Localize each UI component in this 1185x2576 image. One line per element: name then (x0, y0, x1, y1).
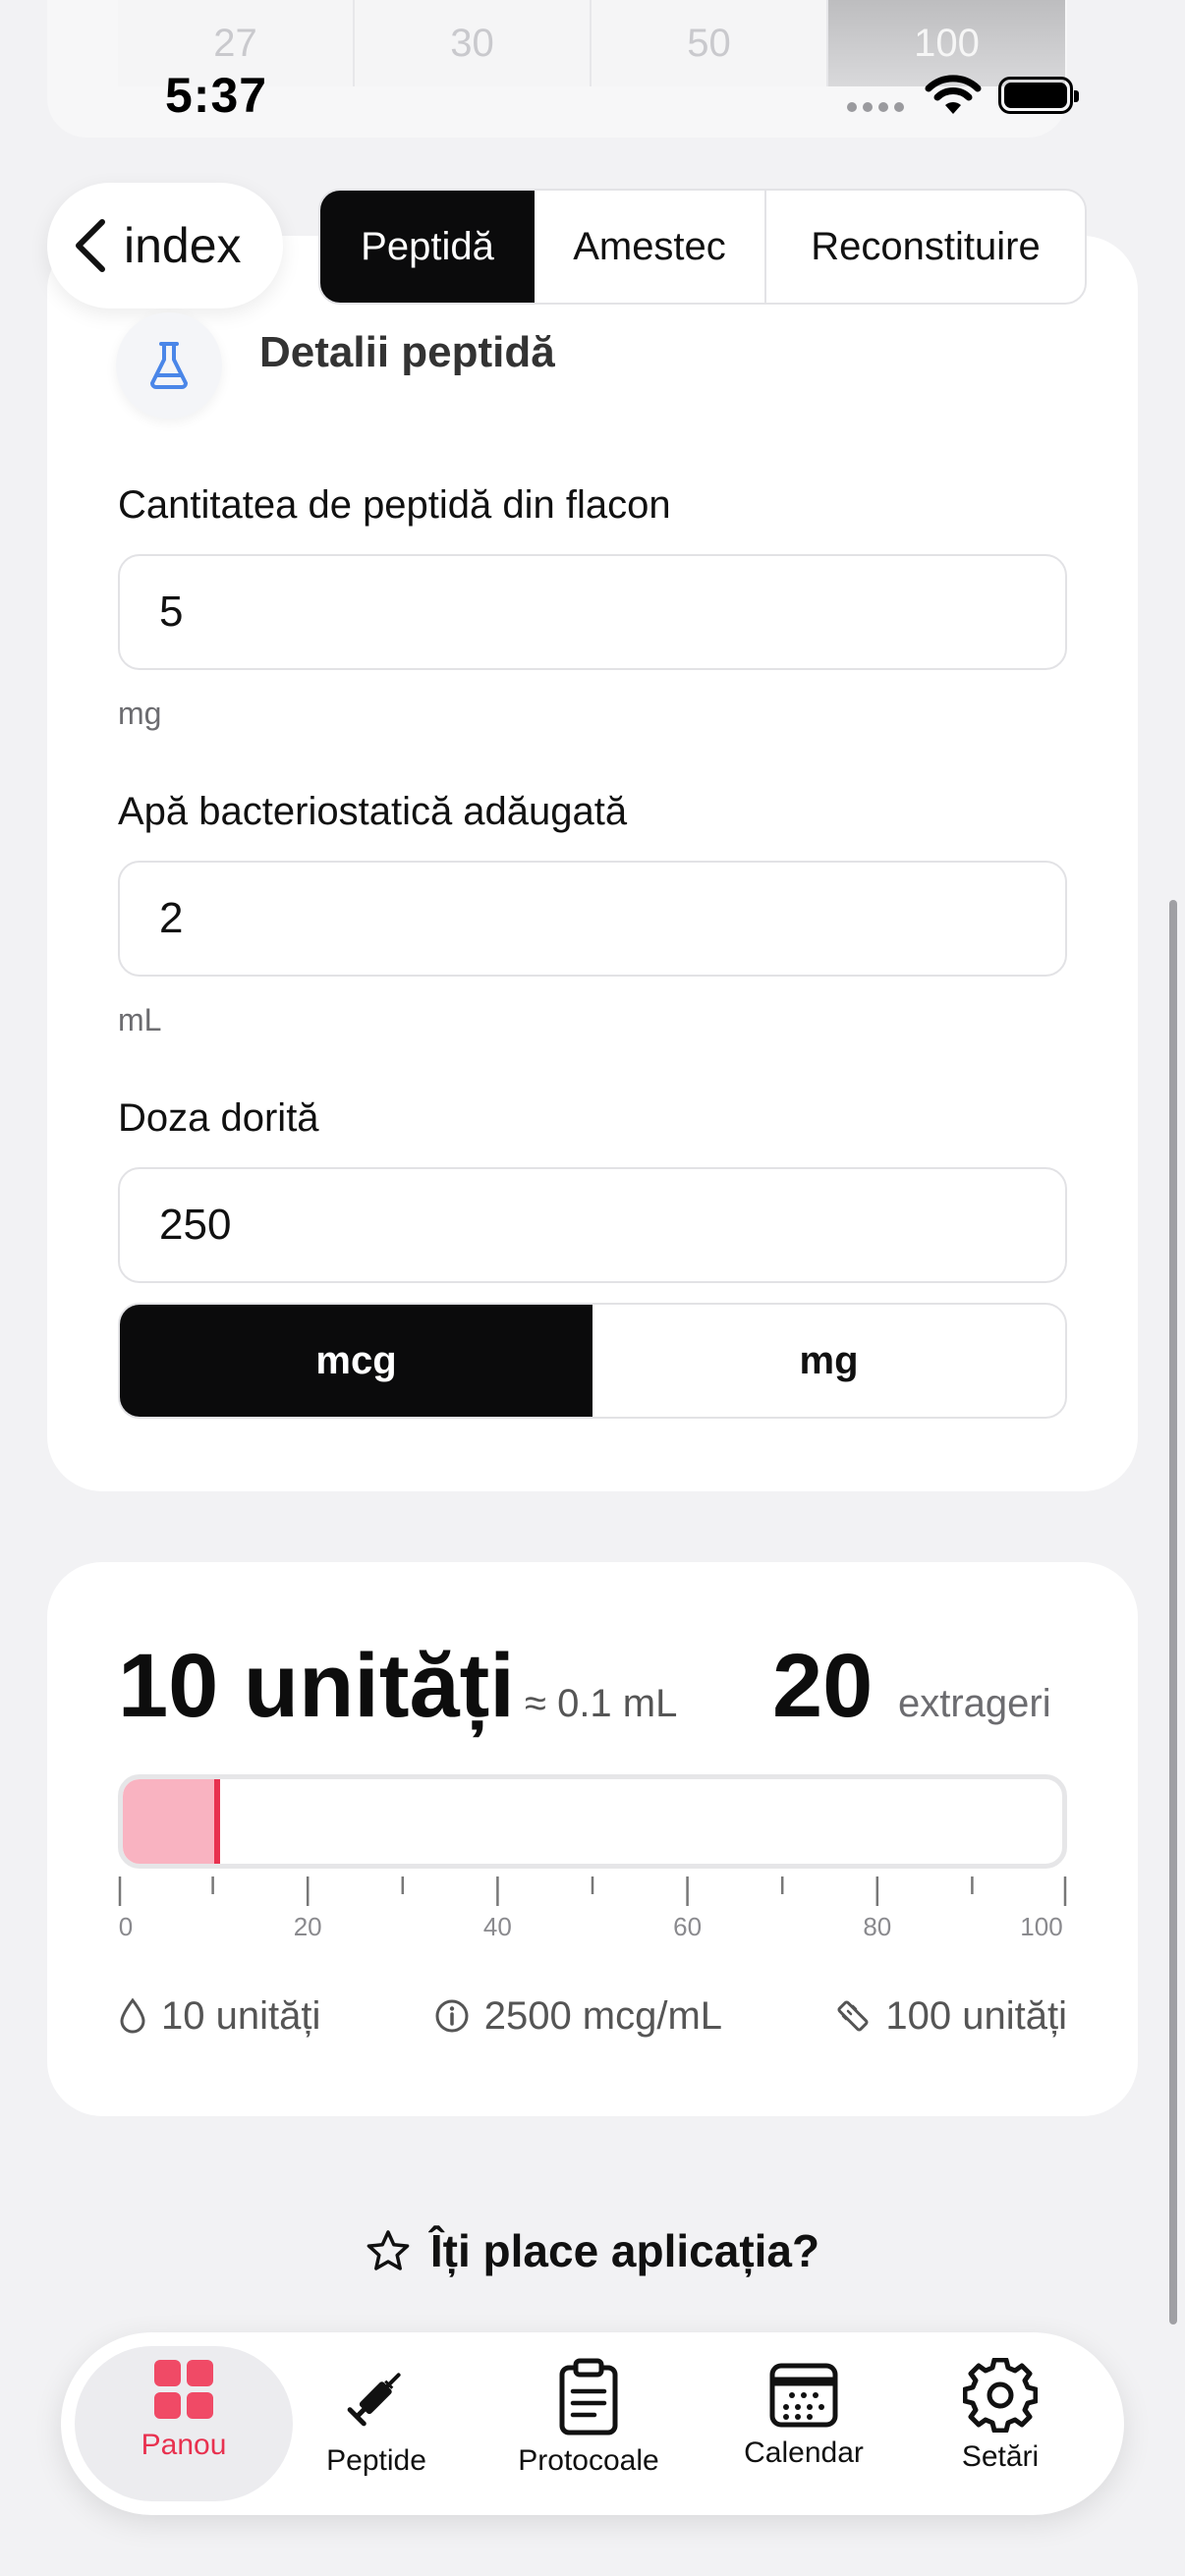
stat-concentration-text: 2500 mcg/mL (483, 1993, 723, 2038)
stat-capacity-text: 100 unități (885, 1993, 1067, 2038)
dashboard-grid-icon (154, 2360, 213, 2419)
syringe-size-100[interactable]: 100 (828, 0, 1065, 86)
cellular-signal-icon (847, 102, 904, 112)
tab-setari[interactable]: Setări (894, 2358, 1106, 2495)
back-button[interactable]: index (47, 183, 283, 308)
calendar-icon (769, 2363, 838, 2428)
bac-water-label: Apă bacteriostatică adăugată (118, 790, 628, 833)
syringe-scale-ticks (118, 1876, 1067, 1906)
scale-label: 60 (673, 1912, 703, 1941)
droplet-icon (120, 1997, 145, 2034)
chevron-left-icon (76, 219, 105, 272)
info-icon (435, 1999, 469, 2033)
result-stats: 10 unități 2500 mcg/mL 100 unități (118, 1987, 1067, 2045)
syringe-fill-marker (213, 1779, 220, 1864)
tab-calendar[interactable]: Calendar (698, 2358, 910, 2495)
flask-icon-badge (116, 312, 222, 419)
syringe-scale-labels: 0 20 40 60 80 100 (118, 1912, 1067, 1947)
dose-unit-mg[interactable]: mg (592, 1305, 1065, 1417)
ruler-icon (837, 2000, 869, 2032)
scale-label: 40 (482, 1912, 512, 1941)
syringe-icon (347, 2373, 401, 2427)
tab-peptide[interactable]: Peptide (270, 2358, 482, 2495)
battery-icon (998, 77, 1079, 114)
bac-water-unit: mL (118, 1002, 162, 1037)
scale-label: 20 (293, 1912, 322, 1941)
syringe-fill-bar (118, 1774, 1067, 1869)
result-volume: ≈ 0.1 mL (525, 1682, 678, 1725)
clipboard-icon (559, 2358, 618, 2436)
dose-unit-mcg[interactable]: mcg (120, 1305, 592, 1417)
tab-protocoale[interactable]: Protocoale (482, 2358, 695, 2495)
rate-app-text: Îți place aplicația? (429, 2225, 820, 2276)
result-units: 10 unități (118, 1636, 515, 1736)
back-label: index (124, 218, 242, 273)
scale-label: 80 (863, 1912, 892, 1941)
star-icon (367, 2230, 410, 2270)
wifi-icon (925, 75, 982, 114)
tab-label: Protocoale (518, 2444, 659, 2477)
dose-unit-toggle: mcg mg (118, 1303, 1067, 1419)
vial-amount-label: Cantitatea de peptidă din flacon (118, 483, 671, 527)
syringe-fill (123, 1779, 217, 1864)
tab-label: Setări (961, 2440, 1040, 2473)
scale-label: 0 (118, 1912, 134, 1941)
tab-label: Calendar (744, 2436, 864, 2469)
scrollbar[interactable] (1169, 900, 1177, 2324)
stat-units-text: 10 unități (161, 1993, 321, 2038)
mode-tabs: Peptidă Amestec Reconstituire (318, 189, 1087, 305)
rate-app-prompt[interactable]: Îți place aplicația? (0, 2224, 1185, 2277)
tab-panou[interactable]: Panou (78, 2358, 290, 2495)
vial-amount-unit: mg (118, 696, 162, 731)
tab-amestec[interactable]: Amestec (535, 191, 766, 303)
syringe-size-50[interactable]: 50 (592, 0, 828, 86)
draws-count: 20 (772, 1636, 874, 1736)
card-title: Detalii peptidă (259, 328, 555, 376)
desired-dose-label: Doza dorită (118, 1096, 319, 1140)
bac-water-input[interactable]: 2 (118, 861, 1067, 977)
flask-icon (150, 342, 188, 389)
desired-dose-input[interactable]: 250 (118, 1167, 1067, 1283)
gear-icon (963, 2358, 1038, 2433)
stat-capacity: 100 unități (834, 1994, 1067, 2039)
stat-concentration: 2500 mcg/mL (433, 1994, 722, 2039)
status-time: 5:37 (165, 68, 268, 123)
scale-label: 100 (1020, 1912, 1063, 1941)
syringe-size-30[interactable]: 30 (355, 0, 592, 86)
stat-units: 10 unități (118, 1994, 320, 2039)
tab-label: Peptide (326, 2444, 426, 2477)
tab-reconstituire[interactable]: Reconstituire (766, 191, 1085, 303)
draws-label: extrageri (898, 1682, 1051, 1725)
tab-label: Panou (141, 2429, 227, 2461)
vial-amount-input[interactable]: 5 (118, 554, 1067, 670)
tab-peptida[interactable]: Peptidă (320, 191, 535, 303)
